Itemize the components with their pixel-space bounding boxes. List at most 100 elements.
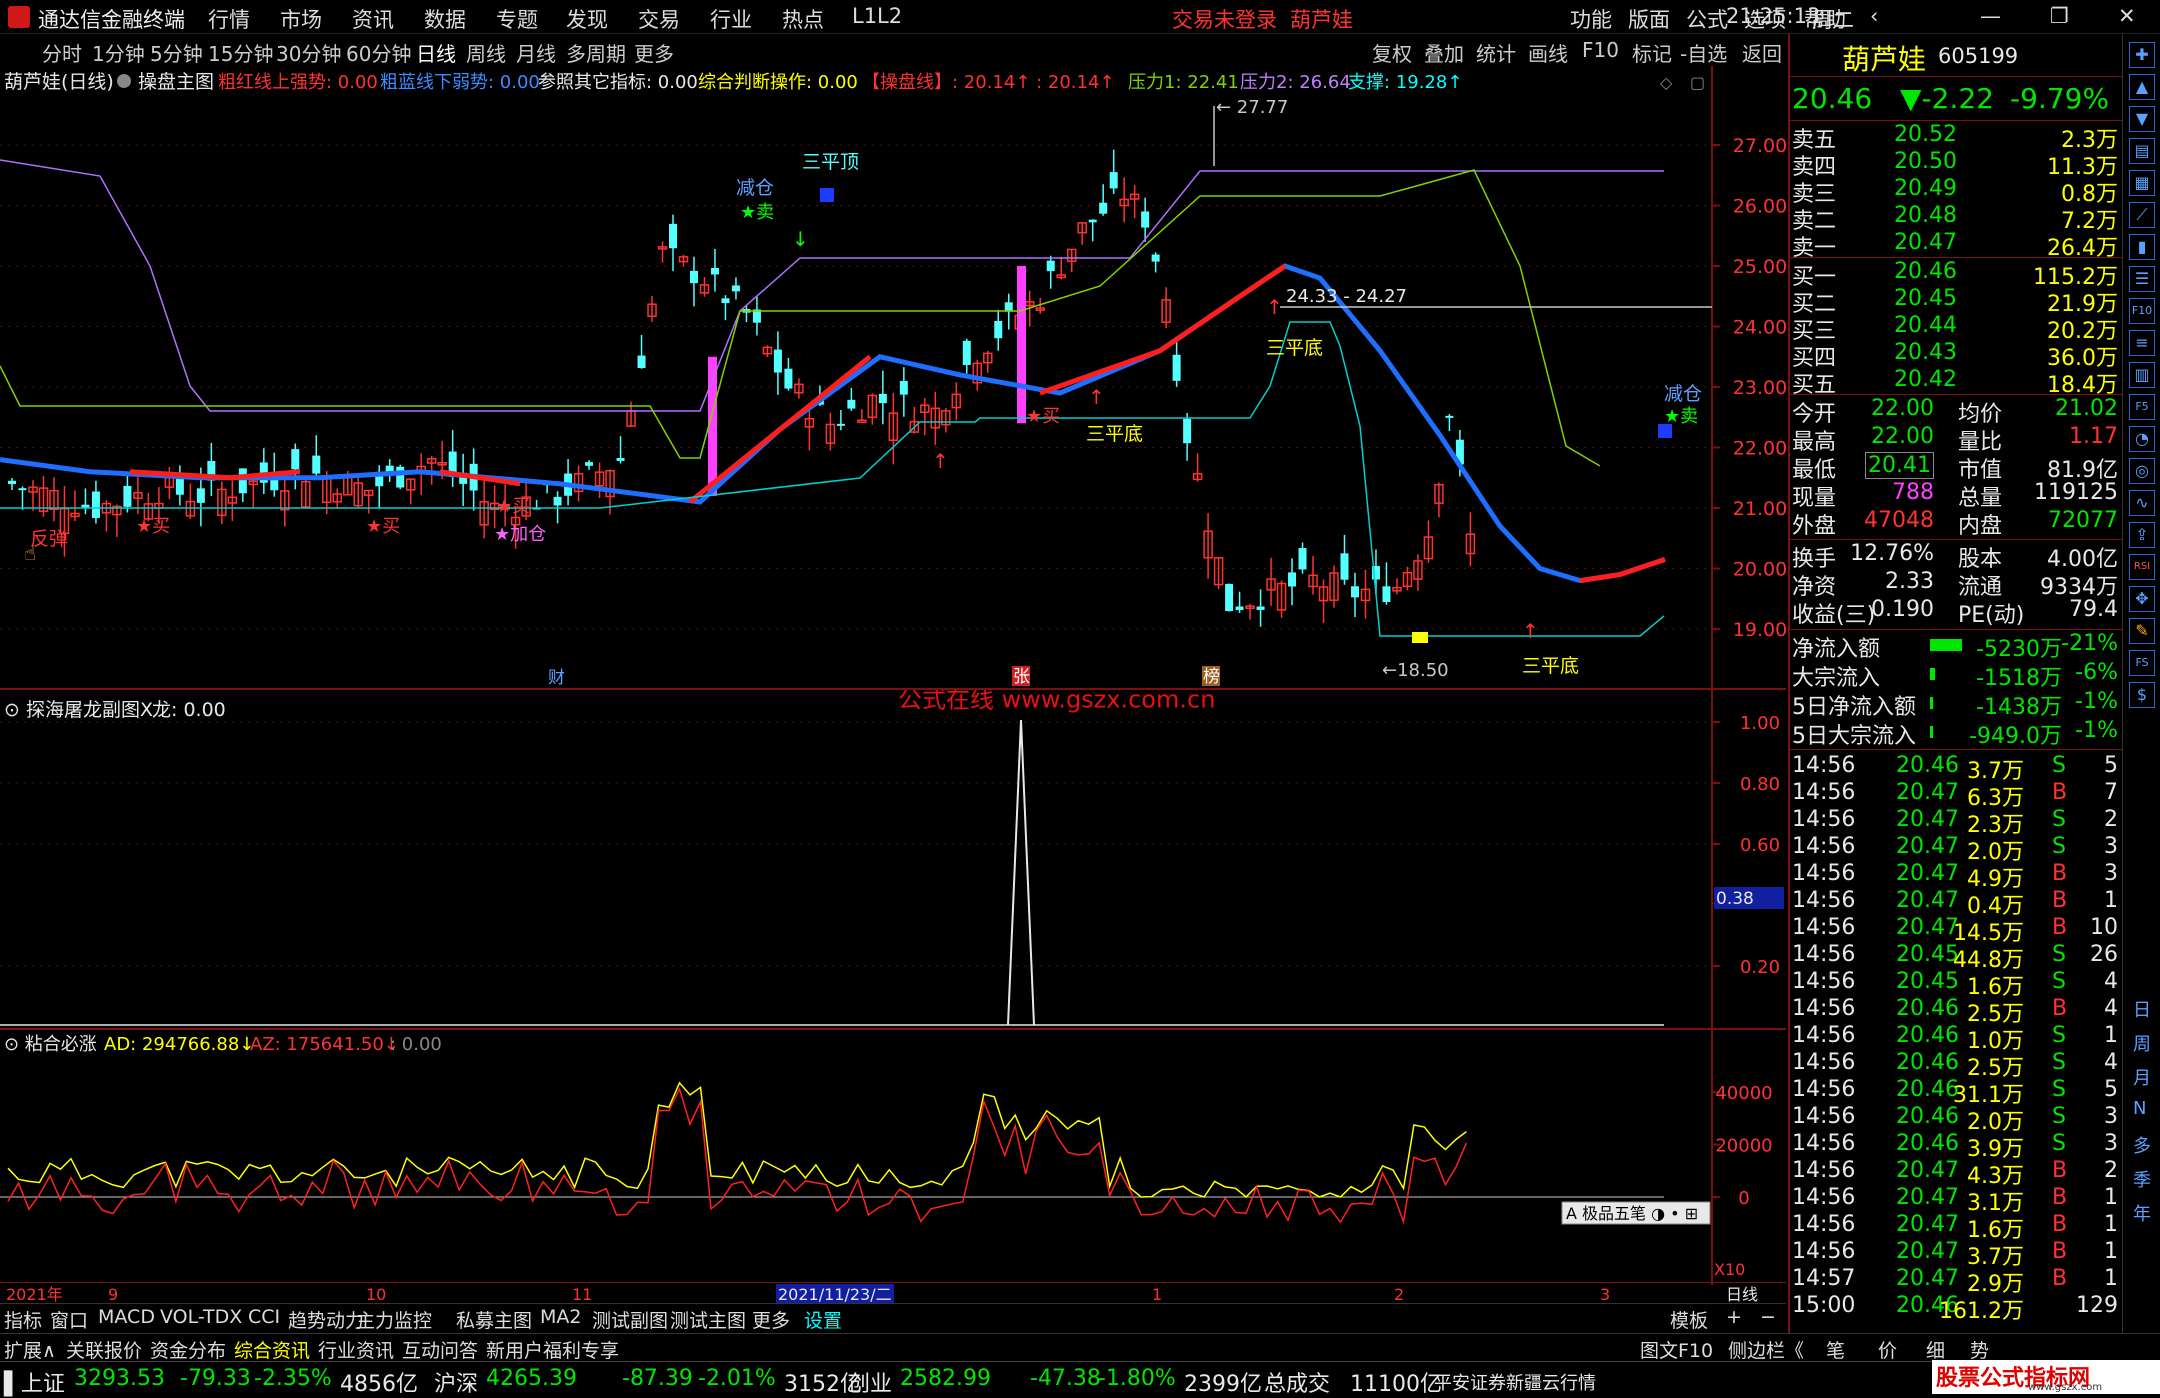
fs-icon[interactable]: FS xyxy=(2129,650,2155,676)
menu-item-6[interactable]: 交易 xyxy=(638,4,680,34)
menu-item-5[interactable]: 发现 xyxy=(566,4,608,34)
extension-right-1[interactable]: 侧边栏《 xyxy=(1728,1336,1804,1363)
ask-row[interactable]: 卖三 20.49 0.8万 xyxy=(1790,176,2122,207)
bid-row[interactable]: 买二 20.45 21.9万 xyxy=(1790,286,2122,317)
period-tab-2[interactable]: 5分钟 xyxy=(150,38,203,67)
chart-tool-1[interactable]: 叠加 xyxy=(1424,38,1464,67)
grid-icon[interactable]: ▦ xyxy=(2129,170,2155,196)
tick-row[interactable]: 14:56 20.46 2.5万 S 4 xyxy=(1790,1050,2122,1081)
indicator-tab-1[interactable]: 窗口 xyxy=(50,1306,88,1333)
sub-chart-1[interactable]: ⊙ 探海屠龙副图X 龙: 0.00 1.00 0.80 0.60 0.20 0.38 公式在线… xyxy=(0,686,1786,1030)
extension-tab-3[interactable]: 综合资讯 xyxy=(234,1336,310,1363)
template-control-2[interactable]: − xyxy=(1760,1306,1776,1328)
extension-tab-5[interactable]: 互动问答 xyxy=(402,1336,478,1363)
right-menu-item-0[interactable]: 功能 xyxy=(1570,4,1612,34)
period-tab-10[interactable]: 更多 xyxy=(634,38,674,67)
side-period-6[interactable]: 年 xyxy=(2133,1200,2151,1226)
wave-icon[interactable]: ∿ xyxy=(2129,490,2155,516)
indicator-tab-9[interactable]: 测试副图 xyxy=(592,1306,668,1333)
menu-item-8[interactable]: 热点 xyxy=(782,4,824,34)
f10-icon[interactable]: F10 xyxy=(2129,298,2155,324)
extension-tab-2[interactable]: 资金分布 xyxy=(150,1336,226,1363)
sub-chart-1-svg[interactable]: ⊙ 探海屠龙副图X 龙: 0.00 1.00 0.80 0.60 0.20 0.38 公式在线… xyxy=(0,686,1786,1030)
menu-item-7[interactable]: 行业 xyxy=(710,4,752,34)
chart-tool-2[interactable]: 统计 xyxy=(1476,38,1516,67)
side-period-4[interactable]: 多 xyxy=(2133,1132,2151,1158)
back-icon[interactable]: ‹ xyxy=(1870,4,1878,28)
template-control-0[interactable]: 模板 xyxy=(1670,1306,1708,1333)
period-tab-4[interactable]: 30分钟 xyxy=(276,38,341,67)
chart-tool-5[interactable]: 标记 xyxy=(1632,38,1672,67)
index-name[interactable]: 创业 xyxy=(848,1366,892,1398)
extension-right-4[interactable]: 细 xyxy=(1926,1336,1945,1363)
extension-tab-6[interactable]: 新用户福利专享 xyxy=(486,1336,619,1363)
restore-icon[interactable]: ❐ xyxy=(2050,4,2069,28)
pen-icon[interactable]: ✎ xyxy=(2129,618,2155,644)
login-status[interactable]: 交易未登录 xyxy=(1172,4,1277,34)
side-period-5[interactable]: 季 xyxy=(2133,1166,2151,1192)
menu-item-3[interactable]: 数据 xyxy=(424,4,466,34)
right-menu-item-1[interactable]: 版面 xyxy=(1628,4,1670,34)
bid-row[interactable]: 买五 20.42 18.4万 xyxy=(1790,367,2122,398)
period-tab-1[interactable]: 1分钟 xyxy=(92,38,145,67)
indicator-tab-11[interactable]: 更多 xyxy=(752,1306,790,1333)
indicator-tab-3[interactable]: VOL-TDX xyxy=(160,1306,242,1328)
tick-row[interactable]: 14:56 20.46 1.0万 S 1 xyxy=(1790,1023,2122,1054)
tick-row[interactable]: 14:56 20.46 31.1万 S 5 xyxy=(1790,1077,2122,1108)
pin-icon[interactable]: ✚ xyxy=(2129,42,2155,68)
indicator-tab-4[interactable]: CCI xyxy=(248,1306,280,1328)
minimize-icon[interactable]: — xyxy=(1980,4,2001,28)
sub-chart-2-svg[interactable]: ⊙ 粘合必涨 AD: 294766.88↓AZ: 175641.50↓: 0.00… xyxy=(0,1030,1786,1285)
bid-row[interactable]: 买四 20.43 36.0万 xyxy=(1790,340,2122,371)
period-tab-7[interactable]: 周线 xyxy=(466,38,506,67)
period-tab-6[interactable]: 日线 xyxy=(416,38,456,67)
period-tab-0[interactable]: 分时 xyxy=(42,38,82,67)
tick-row[interactable]: 14:56 20.47 3.7万 B 1 xyxy=(1790,1239,2122,1270)
tick-row[interactable]: 14:56 20.46 3.7万 S 5 xyxy=(1790,753,2122,784)
menu-item-9[interactable]: L1L2 xyxy=(852,4,902,28)
main-chart-svg[interactable]: 27.00 26.00 25.00 24.00 23.00 22.00 21.00 20.00… xyxy=(0,66,1787,690)
tick-row[interactable]: 14:57 20.47 2.9万 B 1 xyxy=(1790,1266,2122,1297)
indicator-tab-10[interactable]: 测试主图 xyxy=(670,1306,746,1333)
tick-row[interactable]: 14:56 20.46 3.9万 S 3 xyxy=(1790,1131,2122,1162)
tick-row[interactable]: 14:56 20.47 0.4万 B 1 xyxy=(1790,888,2122,919)
tick-row[interactable]: 14:56 20.46 2.0万 S 3 xyxy=(1790,1104,2122,1135)
tick-row[interactable]: 15:00 20.46 161.2万 129 xyxy=(1790,1293,2122,1324)
tick-row[interactable]: 14:56 20.47 3.1万 B 1 xyxy=(1790,1185,2122,1216)
tick-row[interactable]: 14:56 20.45 44.8万 S 26 xyxy=(1790,942,2122,973)
extension-tab-0[interactable]: 扩展∧ xyxy=(4,1336,56,1363)
tick-row[interactable]: 14:56 20.46 2.5万 B 4 xyxy=(1790,996,2122,1027)
chart-tool-6[interactable]: -自选 xyxy=(1680,38,1727,67)
tick-row[interactable]: 14:56 20.47 6.3万 B 7 xyxy=(1790,780,2122,811)
indicator-tab-6[interactable]: 主力监控 xyxy=(356,1306,432,1333)
indicator-tab-12[interactable]: 设置 xyxy=(804,1306,842,1333)
ask-row[interactable]: 卖一 20.47 26.4万 xyxy=(1790,230,2122,261)
period-tab-8[interactable]: 月线 xyxy=(516,38,556,67)
chart-tool-4[interactable]: F10 xyxy=(1582,38,1619,62)
ask-row[interactable]: 卖四 20.50 11.3万 xyxy=(1790,149,2122,180)
period-tab-9[interactable]: 多周期 xyxy=(566,38,626,67)
share-icon[interactable]: ⇪ xyxy=(2129,522,2155,548)
indicator-tab-0[interactable]: 指标 xyxy=(4,1306,42,1333)
arrow-down-icon[interactable]: ▼ xyxy=(2129,106,2155,132)
extension-right-0[interactable]: 图文F10 xyxy=(1640,1336,1713,1363)
indicator-tab-8[interactable]: MA2 xyxy=(540,1306,581,1328)
arrow-up-icon[interactable]: ▲ xyxy=(2129,74,2155,100)
tick-row[interactable]: 14:56 20.47 2.0万 S 3 xyxy=(1790,834,2122,865)
bars-icon[interactable]: ▥ xyxy=(2129,362,2155,388)
indicator-tab-5[interactable]: 趋势动力 xyxy=(288,1306,364,1333)
ask-row[interactable]: 卖五 20.52 2.3万 xyxy=(1790,122,2122,153)
extension-right-3[interactable]: 价 xyxy=(1878,1336,1897,1363)
tick-row[interactable]: 14:56 20.47 14.5万 B 10 xyxy=(1790,915,2122,946)
tick-row[interactable]: 14:56 20.47 4.9万 B 3 xyxy=(1790,861,2122,892)
list-icon[interactable]: ≡ xyxy=(2129,330,2155,356)
f5-icon[interactable]: F5 xyxy=(2129,394,2155,420)
close-icon[interactable]: ✕ xyxy=(2118,4,2136,28)
doc-icon[interactable]: ▤ xyxy=(2129,138,2155,164)
extension-tab-4[interactable]: 行业资讯 xyxy=(318,1336,394,1363)
period-tab-3[interactable]: 15分钟 xyxy=(208,38,273,67)
sub-chart-2[interactable]: ⊙ 粘合必涨 AD: 294766.88↓ AZ: 175641.50↓: 0.00… xyxy=(0,1030,1786,1285)
menu-item-1[interactable]: 市场 xyxy=(280,4,322,34)
dollar-icon[interactable]: $ xyxy=(2129,682,2155,708)
side-period-0[interactable]: 日 xyxy=(2133,996,2151,1022)
